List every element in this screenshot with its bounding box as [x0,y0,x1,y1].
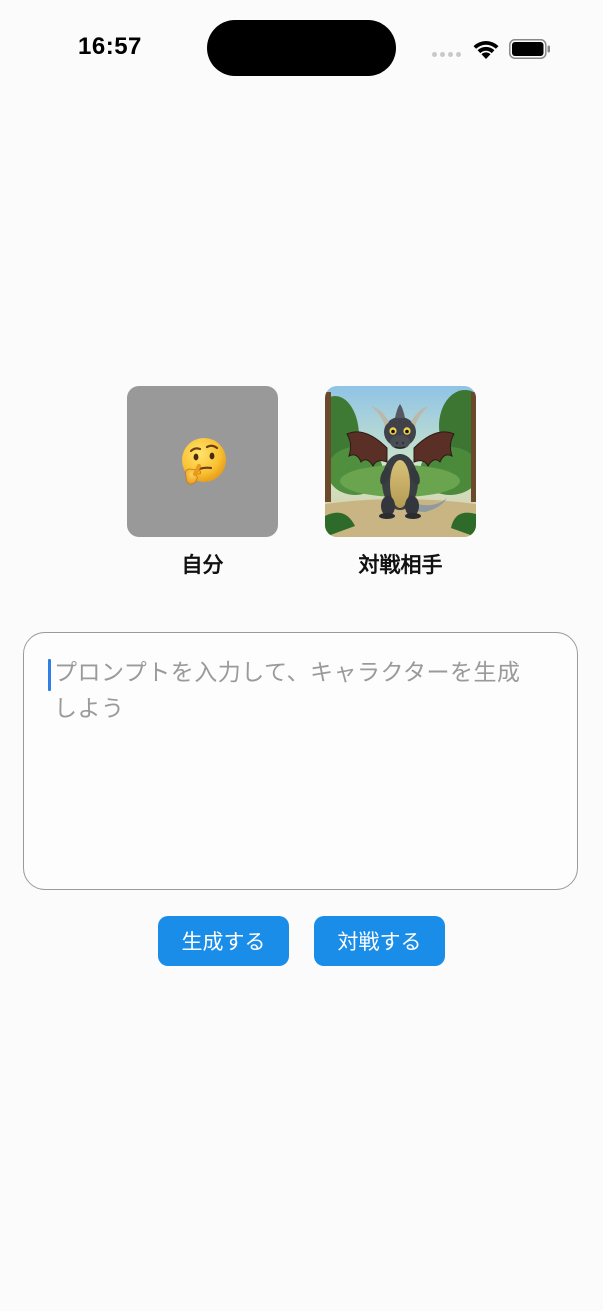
battle-button[interactable]: 対戦する [314,916,445,966]
signal-dots-icon [432,52,461,57]
thinking-face-icon [181,437,226,485]
opponent-character-card: 対戦相手 [325,386,476,579]
opponent-character-label: 対戦相手 [358,553,443,577]
my-character-card: 自分 [127,386,278,579]
text-caret [48,659,51,691]
my-character-label: 自分 [181,553,224,577]
screen: 16:57 自分 対戦相手 プロンプトを入力して、キャラクターを生成しよう 生成… [0,0,603,1311]
generate-button[interactable]: 生成する [158,916,289,966]
my-character-image[interactable] [127,386,278,537]
opponent-character-image[interactable] [325,386,476,537]
prompt-input[interactable]: プロンプトを入力して、キャラクターを生成しよう [23,632,578,890]
dynamic-island [207,20,396,76]
dragon-illustration [325,386,476,537]
prompt-placeholder: プロンプトを入力して、キャラクターを生成しよう [54,660,521,722]
battery-icon [509,39,550,59]
wifi-icon [473,41,499,59]
status-time: 16:57 [78,33,142,60]
